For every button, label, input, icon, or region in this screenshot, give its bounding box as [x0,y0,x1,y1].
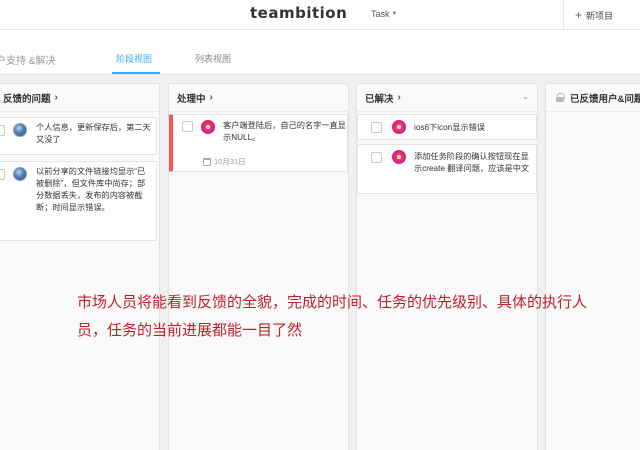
task-menu-label: Task [371,9,390,19]
task-content: 以前分享的文件链接均显示“已被删除”，但文件库中尚存；部分数据丢失，发布的内容被… [36,167,146,212]
stage-title: 已解决 [365,93,394,105]
stage-column-feedback: 反馈的问题 › 个人信息，更新保存后，第二天又没了 以前分享的文件链接均显示“已… [0,83,160,450]
flower-avatar [201,120,215,134]
chevron-right-icon: › [54,92,58,103]
annotation-caption: 市场人员将能看到反馈的全貌，完成的时间、任务的优先级别、具体的执行人员，任务的当… [77,294,588,339]
flower-avatar [392,120,406,134]
due-date: 10月31日 [214,157,246,166]
task-card[interactable]: ios6下icon显示错误 [357,114,537,140]
kanban-board: 反馈的问题 › 个人信息，更新保存后，第二天又没了 以前分享的文件链接均显示“已… [0,74,640,450]
stage-column-feedback-users: 已反馈用户&问题 [545,83,640,450]
stage-title: 反馈的问题 [3,93,51,105]
stage-title: 处理中 [177,93,206,105]
globe-avatar [13,123,27,137]
flower-avatar [392,150,406,164]
chevron-right-icon: › [397,92,401,103]
brand-logo[interactable]: teambition [250,4,347,22]
stage-column-resolved: 已解决 › ⌄ ios6下icon显示错误 添加任务阶段的确认按钮现在显示cre… [356,83,538,450]
top-bar: teambition Task ▼ + 新项目 [0,0,640,30]
stage-header[interactable]: 反馈的问题 › [0,84,159,112]
task-menu[interactable]: Task ▼ [371,9,397,19]
tab-stage-view[interactable]: 阶段视图 [116,52,152,65]
stage-header[interactable]: 已解决 › ⌄ [357,84,537,112]
task-checkbox[interactable] [182,121,193,132]
task-content: 添加任务阶段的确认按钮现在显示create 翻译问题，应该是中文 [414,152,530,173]
task-content: 客户端登陆后，自己的名字一直显示NULL。 [223,121,346,142]
project-subnav: 户支持 &解决 阶段视图 列表视图 [0,30,640,74]
project-name: 户支持 &解决 [0,56,56,67]
new-project-button[interactable]: + 新项目 [563,0,640,30]
tab-list-view[interactable]: 列表视图 [195,52,231,65]
stage-title: 已反馈用户&问题 [570,93,640,105]
task-content: 个人信息，更新保存后，第二天又没了 [36,123,151,144]
chevron-down-icon[interactable]: ⌄ [522,92,529,101]
plus-icon: + [575,8,583,22]
calendar-icon [203,157,211,166]
task-checkbox[interactable] [371,152,382,163]
task-checkbox[interactable] [371,122,382,133]
due-date-badge: 10月31日 [203,156,246,167]
chevron-right-icon: › [209,92,213,103]
caret-down-icon: ▼ [391,11,398,17]
task-card[interactable]: 添加任务阶段的确认按钮现在显示create 翻译问题，应该是中文 [357,144,537,194]
task-card[interactable]: 客户端登陆后，自己的名字一直显示NULL。 10月31日 [169,114,348,172]
task-checkbox[interactable] [0,125,5,136]
lock-icon [556,93,565,102]
globe-avatar [13,167,27,181]
stage-header[interactable]: 处理中 › [169,84,348,112]
task-checkbox[interactable] [0,169,5,180]
task-content: ios6下icon显示错误 [414,123,485,132]
task-card[interactable]: 个人信息，更新保存后，第二天又没了 [0,117,157,155]
stage-column-in-progress: 处理中 › 客户端登陆后，自己的名字一直显示NULL。 10月31日 [168,83,349,450]
new-project-label: 新项目 [586,10,614,21]
stage-header[interactable]: 已反馈用户&问题 [546,84,640,112]
task-card[interactable]: 以前分享的文件链接均显示“已被删除”，但文件库中尚存；部分数据丢失，发布的内容被… [0,161,157,241]
